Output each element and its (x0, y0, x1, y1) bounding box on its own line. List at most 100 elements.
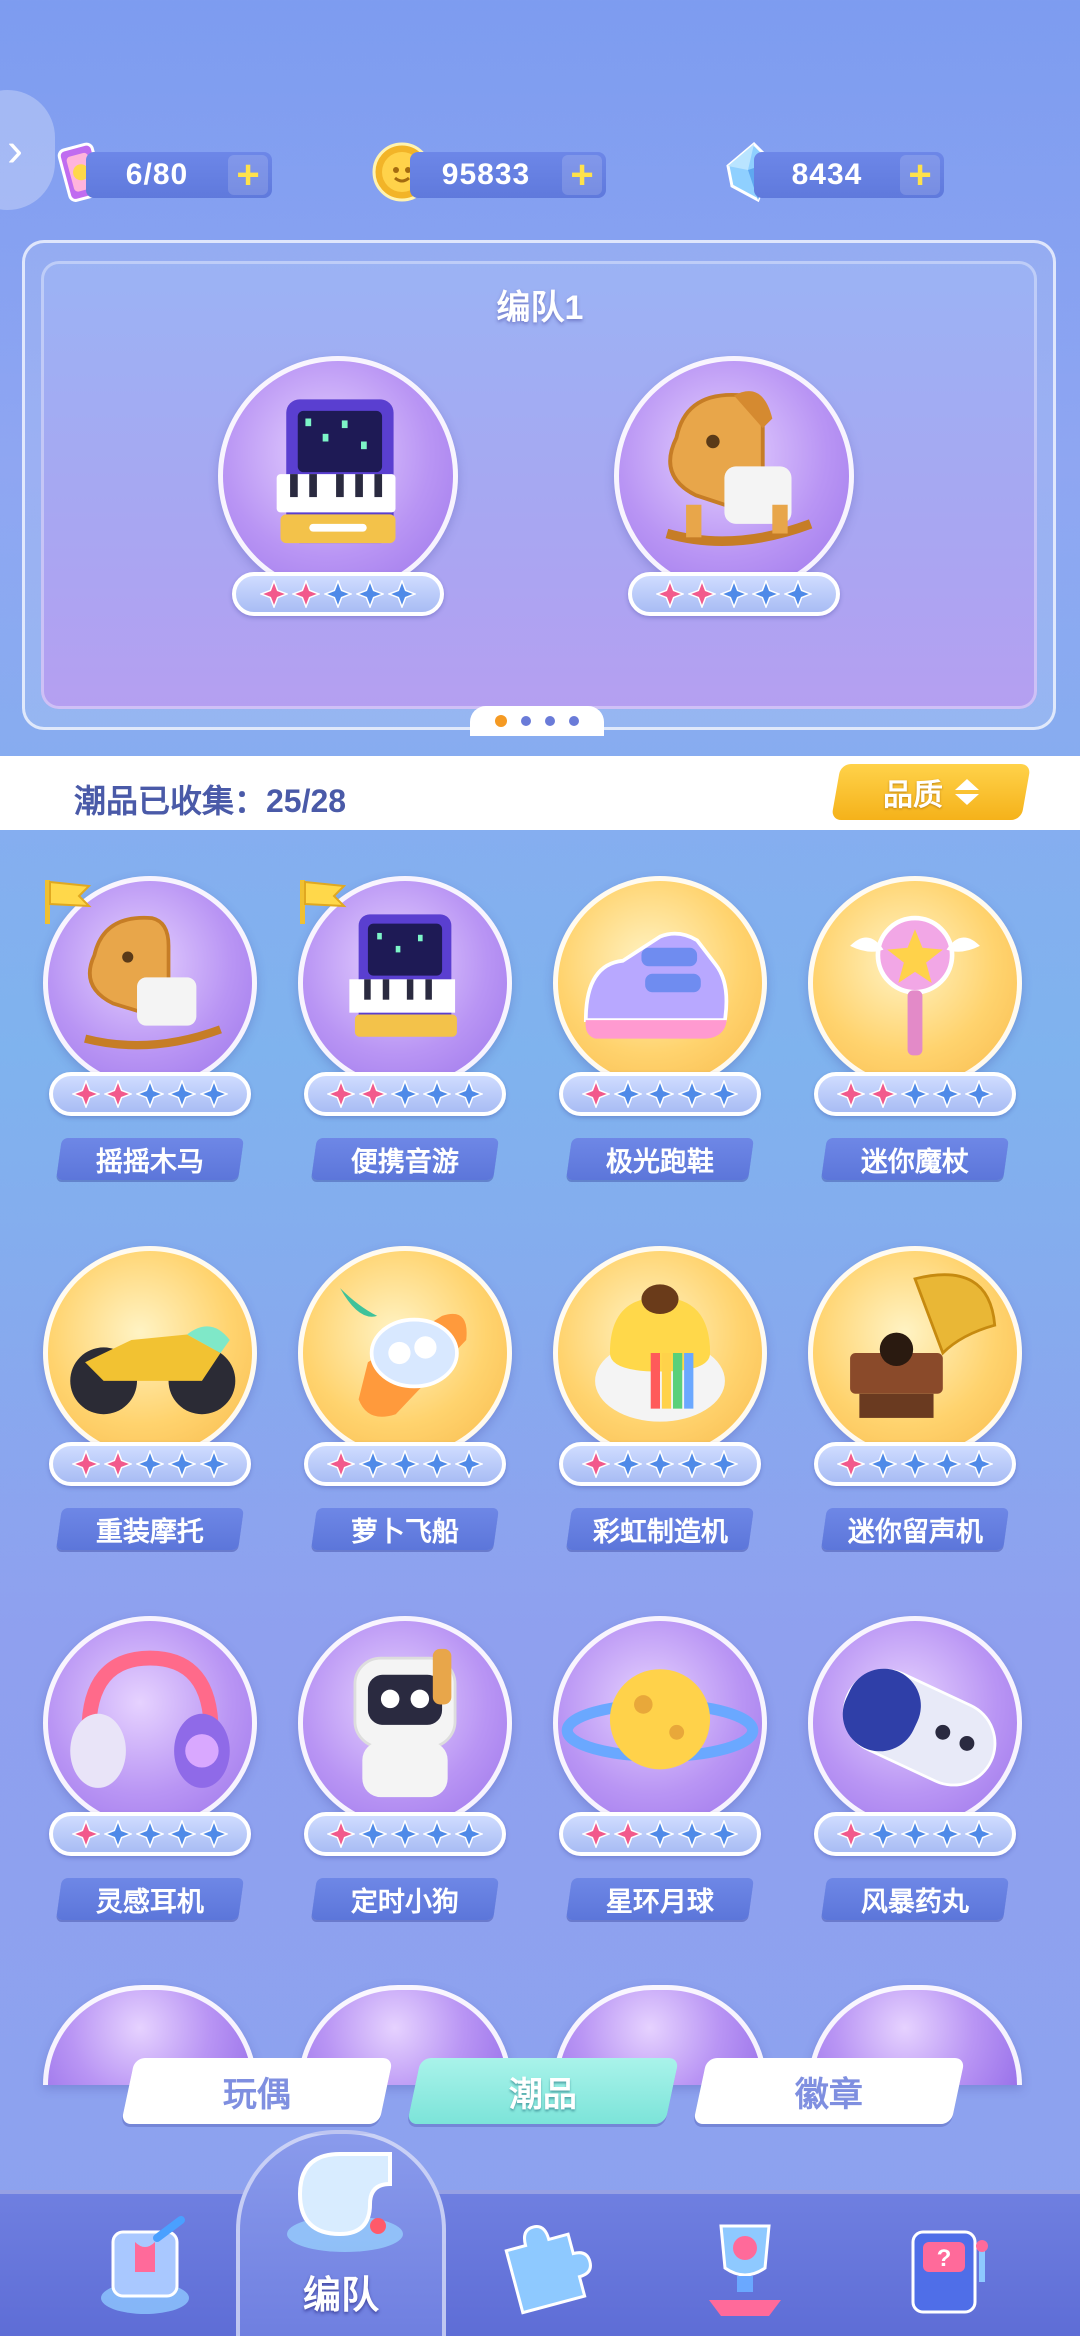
item-name-plate: 迷你魔杖 (821, 1138, 1009, 1180)
star-empty-icon (901, 1820, 929, 1848)
item-orb (553, 1616, 767, 1830)
item-name: 极光跑鞋 (606, 1146, 714, 1177)
nav-launch[interactable] (70, 2194, 220, 2336)
nav-slot-machine[interactable]: ? (872, 2194, 1022, 2336)
coins-counter: 95833 + (410, 152, 606, 198)
item-name-plate: 摇摇木马 (56, 1138, 244, 1180)
item-name-plate: 重装摩托 (56, 1508, 244, 1550)
star-filled-icon (104, 1450, 132, 1478)
rocket-icon (101, 2216, 189, 2314)
add-coins-button[interactable]: + (562, 155, 602, 195)
star-empty-icon (200, 1820, 228, 1848)
star-empty-icon (752, 580, 780, 608)
star-empty-icon (646, 1820, 674, 1848)
team-slot-stars (232, 572, 444, 616)
item-name-plate: 便携音游 (311, 1138, 499, 1180)
star-empty-icon (614, 1450, 642, 1478)
star-empty-icon (784, 580, 812, 608)
side-panel-toggle[interactable]: › (0, 90, 55, 210)
item-stars (559, 1812, 761, 1856)
item-name-plate: 迷你留声机 (821, 1508, 1009, 1550)
item-art-icon (561, 1669, 759, 1770)
star-filled-icon (869, 1080, 897, 1108)
item-orb (808, 876, 1022, 1090)
item-name: 风暴药丸 (861, 1886, 969, 1917)
item-stars (559, 1072, 761, 1116)
puzzle-icon (504, 2225, 592, 2315)
item-name: 迷你留声机 (847, 1516, 983, 1547)
gems-counter: 8434 + (754, 152, 944, 198)
item-orb (298, 1246, 512, 1460)
tab-badges[interactable]: 徽章 (692, 2058, 966, 2124)
sort-quality-button[interactable]: 品质 (831, 764, 1031, 820)
star-filled-icon (292, 580, 320, 608)
star-empty-icon (933, 1080, 961, 1108)
star-empty-icon (136, 1080, 164, 1108)
sort-arrows-icon (955, 779, 979, 805)
star-empty-icon (168, 1450, 196, 1478)
star-empty-icon (678, 1080, 706, 1108)
star-filled-icon (582, 1080, 610, 1108)
star-empty-icon (646, 1080, 674, 1108)
sort-quality-label: 品质 (883, 779, 943, 812)
star-empty-icon (200, 1080, 228, 1108)
team-slot-stars (628, 572, 840, 616)
page-dot[interactable] (521, 716, 531, 726)
star-empty-icon (359, 1820, 387, 1848)
gems-value: 8434 (791, 158, 863, 191)
trophy-icon (709, 2224, 781, 2316)
item-stars (49, 1072, 251, 1116)
star-filled-icon (327, 1450, 355, 1478)
nav-team-label: 编队 (302, 2275, 379, 2317)
star-empty-icon (455, 1080, 483, 1108)
page-dot[interactable] (545, 716, 555, 726)
item-orb (43, 1246, 257, 1460)
star-empty-icon (710, 1820, 738, 1848)
collection-bar: 潮品已收集：25/28 品质 (0, 756, 1080, 830)
item-orb (553, 876, 767, 1090)
item-art-icon (70, 1650, 230, 1788)
star-empty-icon (869, 1820, 897, 1848)
item-orb (43, 1616, 257, 1830)
star-filled-icon (582, 1450, 610, 1478)
item-art-icon (595, 1284, 725, 1422)
item-stars (814, 1442, 1016, 1486)
star-filled-icon (614, 1820, 642, 1848)
item-stars (304, 1072, 506, 1116)
item-name: 摇摇木马 (96, 1146, 204, 1177)
star-empty-icon (965, 1080, 993, 1108)
tab-label: 玩偶 (223, 2075, 291, 2114)
page-dot[interactable] (495, 715, 507, 727)
nav-puzzle[interactable] (468, 2194, 618, 2336)
item-stars (304, 1442, 506, 1486)
add-energy-button[interactable]: + (228, 155, 268, 195)
star-filled-icon (72, 1820, 100, 1848)
item-art-icon (70, 1326, 236, 1415)
bottom-nav: ? (0, 2190, 1080, 2336)
star-empty-icon (614, 1080, 642, 1108)
item-name-plate: 星环月球 (566, 1878, 754, 1920)
item-art-icon (353, 1648, 457, 1798)
item-name: 重装摩托 (96, 1516, 204, 1547)
page-dot[interactable] (569, 716, 579, 726)
item-name-plate: 彩虹制造机 (566, 1508, 754, 1550)
item-orb (553, 1246, 767, 1460)
item-name-plate: 萝卜飞船 (311, 1508, 499, 1550)
tab-label: 潮品 (509, 2075, 577, 2114)
equipped-flag-icon (45, 880, 92, 924)
team-pager[interactable] (470, 706, 604, 736)
star-empty-icon (678, 1450, 706, 1478)
item-name-plate: 风暴药丸 (821, 1878, 1009, 1920)
item-name: 迷你魔杖 (861, 1146, 969, 1177)
star-empty-icon (965, 1450, 993, 1478)
nav-trophy[interactable] (670, 2194, 820, 2336)
star-empty-icon (200, 1450, 228, 1478)
star-empty-icon (423, 1080, 451, 1108)
item-stars (559, 1442, 761, 1486)
coins-value: 95833 (441, 158, 531, 191)
tab-dolls[interactable]: 玩偶 (120, 2058, 394, 2124)
star-empty-icon (901, 1450, 929, 1478)
item-stars (814, 1072, 1016, 1116)
tab-trendy[interactable]: 潮品 (406, 2058, 680, 2124)
add-gems-button[interactable]: + (900, 155, 940, 195)
